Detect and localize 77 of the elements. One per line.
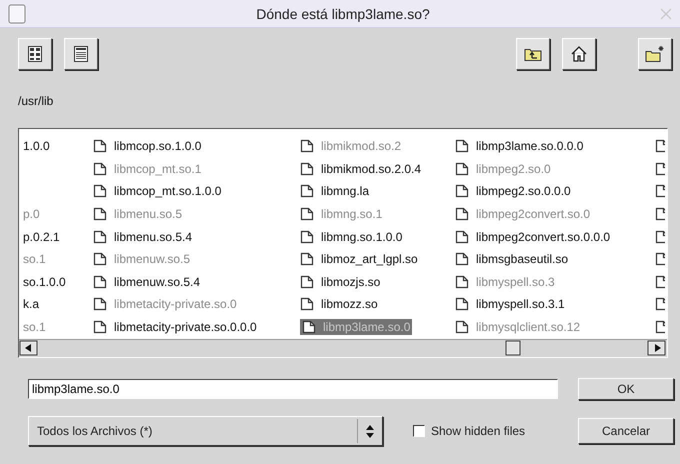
file-icon (655, 162, 665, 176)
file-icon (455, 230, 469, 244)
file-icon (93, 320, 107, 334)
file-icon (455, 252, 469, 266)
file-icon (455, 207, 469, 222)
file-icon (93, 230, 107, 244)
file-name[interactable]: k.a (23, 296, 42, 312)
file-name[interactable]: libmikmod.so.2.0.4 (319, 160, 424, 177)
file-icon (93, 162, 107, 176)
file-icon (655, 297, 665, 312)
file-name[interactable]: libmyspell.so.3.1 (474, 296, 567, 312)
home-icon (570, 45, 588, 63)
file-icon (655, 252, 665, 266)
file-icon (302, 320, 316, 334)
file-icon (655, 139, 665, 154)
file-icon (300, 162, 314, 176)
folder-up-icon (524, 47, 542, 61)
file-name[interactable]: libmozjs.so (319, 274, 382, 290)
file-icon (455, 274, 469, 289)
current-path: /usr/lib (18, 94, 54, 110)
window-icon (8, 4, 26, 24)
file-icon (455, 162, 469, 176)
file-icon (300, 139, 314, 154)
file-name[interactable]: libmcop_mt.so.1.0.0 (112, 183, 224, 200)
file-name[interactable]: libmp3lame.so.0.0.0 (474, 138, 586, 154)
file-icon (300, 207, 314, 222)
window-title: Dónde está libmp3lame.so? (255, 6, 431, 22)
file-icon (300, 252, 314, 266)
file-icon (300, 230, 314, 244)
file-icon (93, 207, 107, 222)
file-icon (655, 274, 665, 289)
file-icon (455, 320, 469, 334)
ok-button[interactable]: OK (578, 378, 674, 400)
file-icon (300, 184, 314, 198)
file-icon (93, 252, 107, 266)
file-name[interactable]: libmoz_art_lgpl.so (319, 251, 420, 268)
file-name[interactable]: libmng.so.1.0.0 (319, 228, 404, 245)
detail-view-button[interactable] (64, 38, 98, 70)
icon-grid-icon (28, 46, 42, 62)
show-hidden-checkbox[interactable] (413, 425, 425, 437)
file-name[interactable]: 1.0.0 (23, 138, 52, 154)
file-name[interactable]: libmsgbaseutil.so (474, 251, 570, 268)
up-down-arrows-icon (366, 424, 374, 438)
file-name[interactable]: libmozz.so (319, 296, 380, 312)
file-icon (455, 297, 469, 312)
file-name[interactable]: libmenuw.so.5.4 (112, 274, 202, 290)
new-folder-button[interactable] (638, 38, 672, 70)
file-name[interactable]: libmcop.so.1.0.0 (112, 138, 204, 154)
home-button[interactable] (562, 38, 596, 70)
file-icon (655, 207, 665, 222)
file-icon (455, 184, 469, 198)
file-icon (655, 184, 665, 198)
file-icon (93, 297, 107, 312)
file-icon (300, 274, 314, 289)
detail-list-icon (74, 46, 88, 62)
file-icon (455, 139, 469, 154)
show-hidden-label[interactable]: Show hidden files (431, 424, 526, 438)
filename-field[interactable]: libmp3lame.so.0 (28, 379, 558, 399)
cancel-button[interactable]: Cancelar (578, 418, 674, 444)
file-icon (93, 139, 107, 154)
parent-folder-button[interactable] (516, 38, 550, 70)
file-name[interactable]: libmetacity-private.so.0.0.0 (112, 319, 259, 336)
file-type-dropdown[interactable]: Todos los Archivos (*) (28, 416, 383, 446)
new-folder-icon (645, 45, 665, 63)
file-icon (93, 274, 107, 289)
horizontal-scrollbar[interactable] (19, 339, 667, 357)
file-name[interactable]: so.1.0.0 (23, 274, 68, 290)
file-name[interactable]: libmng.la (319, 183, 372, 200)
file-icon (93, 184, 107, 198)
file-name[interactable]: p.0.2.1 (23, 228, 62, 245)
file-name[interactable]: libmpeg2.so.0.0.0 (474, 183, 573, 200)
file-icon (655, 230, 665, 244)
file-icon (300, 297, 314, 312)
file-name[interactable]: libmpeg2convert.so.0.0.0 (474, 228, 612, 245)
icon-view-button[interactable] (18, 38, 52, 70)
file-name[interactable]: libmenu.so.5.4 (112, 228, 194, 245)
file-icon (655, 320, 665, 334)
